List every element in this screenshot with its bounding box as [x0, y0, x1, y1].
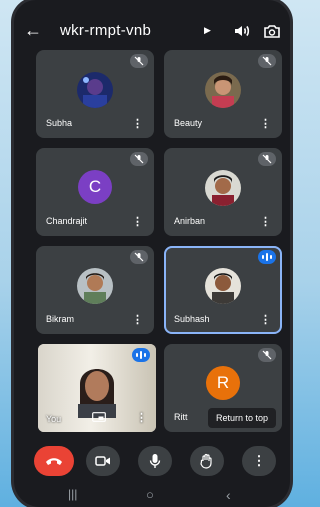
avatar — [205, 170, 241, 206]
more-vert-icon[interactable]: ⋮ — [260, 313, 271, 326]
mic-button[interactable] — [138, 446, 172, 476]
back-nav-icon[interactable]: ‹ — [226, 487, 231, 503]
camera-button[interactable] — [86, 446, 120, 476]
mic-off-icon — [258, 348, 276, 362]
participant-tile-subhash[interactable]: Subhash ⋮ — [164, 246, 282, 334]
mic-off-icon — [258, 152, 276, 166]
audio-level-icon — [258, 250, 276, 264]
participant-tile-bikram[interactable]: Bikram ⋮ — [36, 246, 154, 334]
videocam-icon — [95, 456, 110, 466]
avatar-letter: C — [78, 170, 112, 204]
more-vert-icon: ⋮ — [252, 453, 266, 468]
system-nav-bar: ||| ○ ‹ — [14, 486, 290, 507]
more-vert-icon[interactable]: ⋮ — [260, 117, 271, 130]
more-vert-icon[interactable]: ⋮ — [132, 117, 143, 130]
more-options-button[interactable]: ⋮ — [242, 446, 276, 476]
avatar-letter: R — [206, 366, 240, 400]
camera-flip-icon[interactable] — [262, 21, 282, 41]
participant-name: Bikram — [46, 314, 75, 324]
participant-tile-anirban[interactable]: Anirban ⋮ — [164, 148, 282, 236]
participant-name: Subhash — [174, 314, 210, 324]
meeting-code[interactable]: wkr-rmpt-vnb — [60, 22, 151, 39]
avatar — [77, 72, 113, 108]
participant-name: Chandrajit — [46, 216, 88, 226]
raise-hand-icon — [200, 453, 212, 469]
recent-apps-icon[interactable]: ||| — [68, 487, 77, 501]
participant-name: Beauty — [174, 118, 203, 128]
mic-off-icon — [130, 54, 148, 68]
self-video-tile[interactable]: You ⋮ — [38, 344, 156, 432]
speaker-icon[interactable] — [232, 21, 252, 41]
mic-off-icon — [258, 54, 276, 68]
phone-frame: ← wkr-rmpt-vnb ▶ Subha ⋮ Beauty ⋮ C Chan… — [14, 0, 290, 507]
mic-off-icon — [130, 152, 148, 166]
participant-name: Ritt — [174, 412, 188, 422]
back-arrow-icon[interactable]: ← — [24, 18, 42, 42]
participant-name: You — [46, 414, 62, 424]
participant-name: Subha — [46, 118, 73, 128]
participant-name: Anirban — [174, 216, 206, 226]
call-controls: ⋮ — [14, 446, 290, 480]
status-bar — [14, 0, 290, 14]
top-app-bar: ← wkr-rmpt-vnb ▶ — [14, 16, 290, 46]
participant-tile-subha[interactable]: Subha ⋮ — [36, 50, 154, 138]
participant-tile-chandrajit[interactable]: C Chandrajit ⋮ — [36, 148, 154, 236]
participant-tile-beauty[interactable]: Beauty ⋮ — [164, 50, 282, 138]
more-vert-icon[interactable]: ⋮ — [132, 313, 143, 326]
call-end-icon — [46, 458, 62, 465]
return-to-top-button[interactable]: Return to top — [208, 408, 277, 428]
home-icon[interactable]: ○ — [146, 487, 154, 502]
avatar — [205, 268, 241, 304]
more-vert-icon[interactable]: ⋮ — [136, 411, 147, 424]
self-video-feed — [78, 369, 116, 418]
more-vert-icon[interactable]: ⋮ — [132, 215, 143, 228]
avatar — [77, 268, 113, 304]
mic-icon — [149, 454, 161, 468]
avatar — [205, 72, 241, 108]
audio-level-icon — [132, 348, 150, 362]
mic-off-icon — [130, 250, 148, 264]
more-vert-icon[interactable]: ⋮ — [260, 215, 271, 228]
end-call-button[interactable] — [34, 446, 74, 476]
picture-in-picture-icon[interactable] — [92, 412, 106, 422]
chevron-right-icon[interactable]: ▶ — [204, 25, 211, 36]
raise-hand-button[interactable] — [190, 446, 224, 476]
